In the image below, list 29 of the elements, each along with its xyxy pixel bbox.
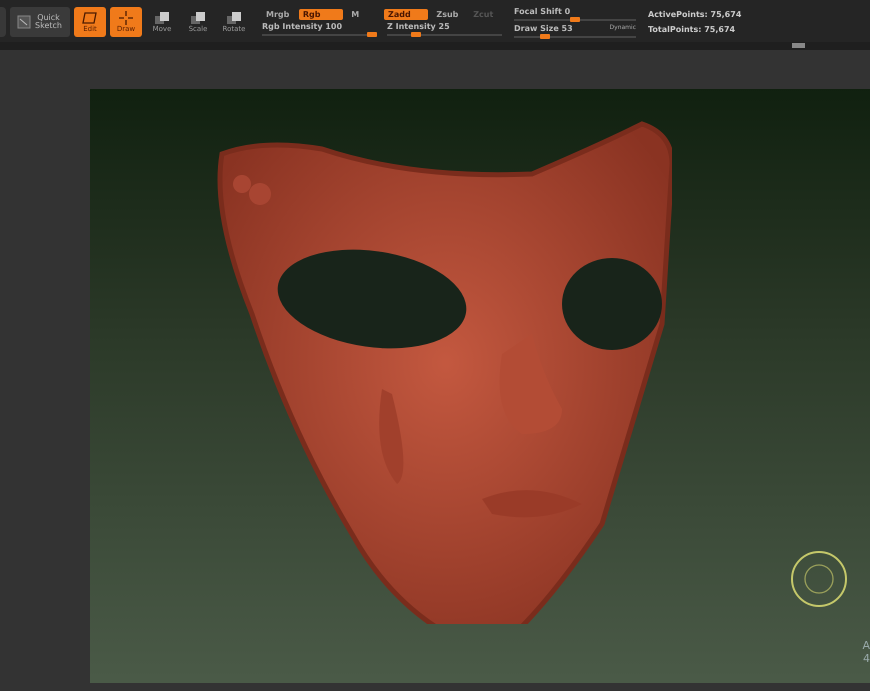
intensity-slider[interactable]: Rgb Intensity 100 [262,22,377,36]
color-mode-toggle[interactable]: Mrgb [262,8,295,20]
color-mode-toggle[interactable]: Rgb [298,8,344,20]
sketch-icon [16,15,30,29]
cut-off-text: A [862,639,870,652]
crosshair-icon [118,11,134,25]
slider-thumb[interactable] [570,16,580,22]
slider-thumb[interactable] [540,34,550,38]
color-mode-toggle[interactable]: M [347,8,380,20]
slider-label: Rgb Intensity 100 [262,22,342,30]
quick-sketch-button[interactable]: Quick Sketch [10,7,70,37]
move-icon [154,11,170,25]
slider-label: Focal Shift 0 [514,6,570,16]
rotate-icon [226,11,242,25]
depth-mode-toggle[interactable]: Zsub [432,8,466,20]
scale-icon [190,11,206,25]
depth-mode-toggle[interactable]: Zadd [384,8,428,20]
point-count: TotalPoints: 75,674 [648,25,736,34]
brush-cursor-icon [790,550,848,608]
brush-slider[interactable]: Focal Shift 0 [514,6,636,20]
slider-label: Draw Size 53 [514,24,573,32]
intensity-slider[interactable]: Z Intensity 25 [387,22,502,36]
point-count: ActivePoints: 75,674 [648,10,742,19]
edit-icon [82,11,98,25]
cut-off-text: 4 [863,652,870,666]
scrollbar-thumb[interactable] [792,43,805,48]
slider-label: Z Intensity 25 [387,22,450,30]
slider-thumb[interactable] [367,32,378,36]
slider-thumb[interactable] [410,32,421,36]
